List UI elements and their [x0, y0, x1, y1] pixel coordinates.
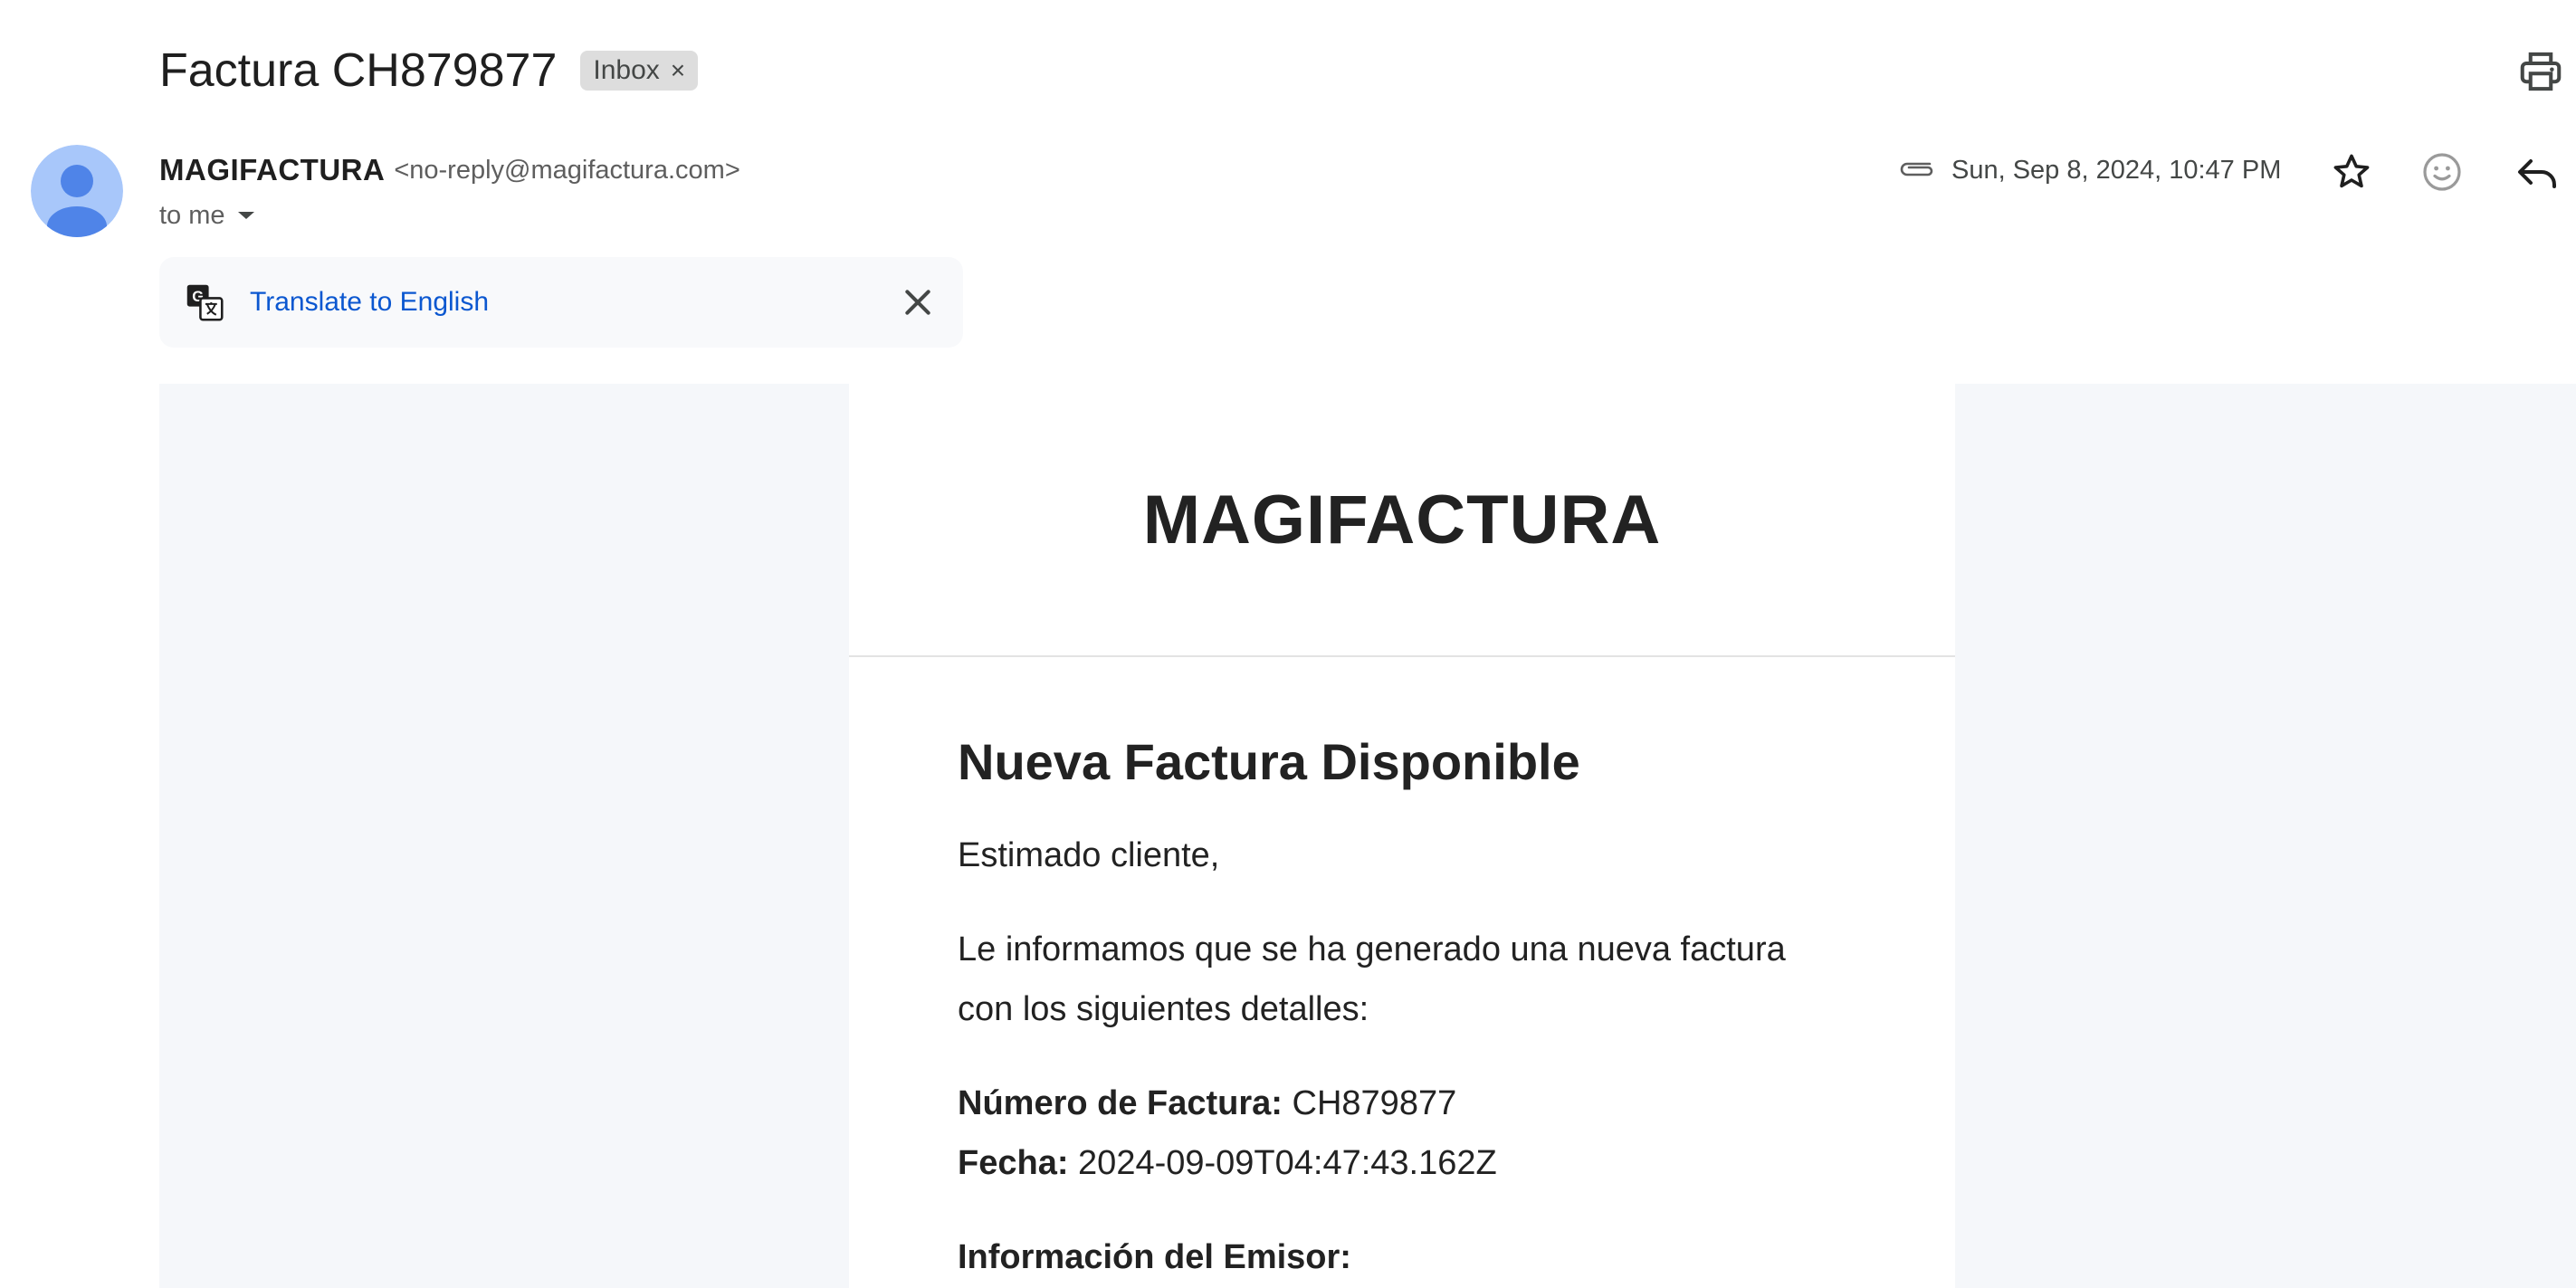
inbox-label-chip[interactable]: Inbox ×: [580, 51, 699, 91]
greeting-text: Estimado cliente,: [958, 836, 1220, 874]
close-icon[interactable]: [900, 284, 936, 320]
avatar-icon: [31, 145, 123, 237]
invoice-number-label: Número de Factura:: [958, 1084, 1283, 1122]
invoice-date-label: Fecha:: [958, 1144, 1069, 1182]
print-icon[interactable]: [2516, 47, 2565, 96]
email-content-card: MAGIFACTURA Nueva Factura Disponible Est…: [849, 384, 1955, 1288]
translate-bar: G Translate to English: [159, 257, 963, 348]
brand-title: MAGIFACTURA: [1142, 481, 1662, 558]
recipients-toggle[interactable]: to me: [159, 197, 256, 234]
chevron-down-icon[interactable]: [236, 209, 256, 222]
sender-line: MAGIFACTURA <no-reply@magifactura.com>: [159, 150, 740, 190]
issuer-heading: Información del Emisor:: [958, 1238, 1351, 1276]
invoice-date-row: Fecha: 2024-09-09T04:47:43.162Z: [958, 1133, 1846, 1193]
star-icon[interactable]: [2330, 150, 2373, 194]
reply-icon[interactable]: [2513, 150, 2560, 194]
sender-avatar[interactable]: [31, 145, 123, 237]
email-card-body: Nueva Factura Disponible Estimado client…: [849, 657, 1955, 1287]
to-me-label: to me: [159, 200, 225, 230]
emoji-icon[interactable]: [2420, 150, 2464, 194]
sender-email: <no-reply@magifactura.com>: [394, 155, 740, 185]
email-subject-row: Factura CH879877 Inbox ×: [159, 36, 699, 105]
email-date: Sun, Sep 8, 2024, 10:47 PM: [1951, 155, 2282, 185]
invoice-date-value: 2024-09-09T04:47:43.162Z: [1078, 1144, 1497, 1182]
sender-name[interactable]: MAGIFACTURA: [159, 153, 385, 187]
invoice-number-value: CH879877: [1292, 1084, 1457, 1122]
invoice-details: Número de Factura: CH879877 Fecha: 2024-…: [958, 1073, 1846, 1193]
label-chip-text: Inbox: [593, 55, 660, 85]
email-subject: Factura CH879877: [159, 44, 558, 97]
email-heading: Nueva Factura Disponible: [958, 733, 1580, 790]
translate-link[interactable]: Translate to English: [250, 287, 489, 318]
paperclip-icon: [1900, 162, 1933, 177]
email-brand-header: MAGIFACTURA: [849, 384, 1955, 657]
translate-icon: G: [186, 284, 224, 321]
invoice-number-row: Número de Factura: CH879877: [958, 1073, 1846, 1133]
remove-label-button[interactable]: ×: [671, 56, 685, 85]
intro-text: Le informamos que se ha generado una nue…: [958, 930, 1786, 1028]
